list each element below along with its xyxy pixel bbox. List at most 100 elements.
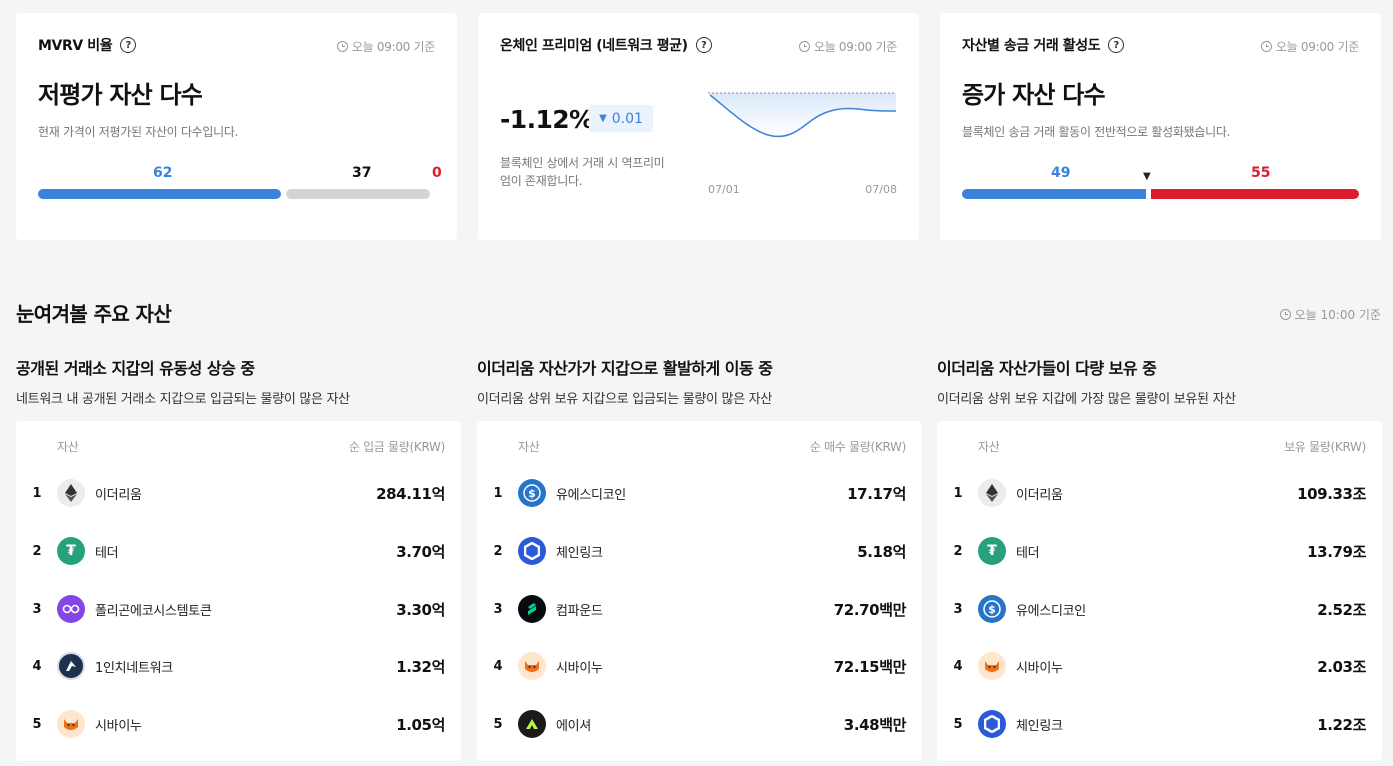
mvrv-overvalued-count: 0 [432,165,442,181]
row-asset-name: 폴리곤에코시스템토큰 [95,603,212,619]
row-asset-name: 테더 [1016,545,1040,561]
row-rank: 3 [32,601,42,617]
mvrv-neutral-count: 37 [352,165,372,181]
activity-time-label: 오늘 09:00 기준 [1275,40,1359,54]
mvrv-card[interactable]: MVRV 비율 ? 오늘 09:00 기준 저평가 자산 다수 현재 가격이 저… [16,13,457,240]
row-asset-name: 유에스디코인 [556,487,626,503]
table-row[interactable]: 3 폴리곤에코시스템토큰 3.30억 [16,580,461,638]
eth-whale-holdings-table: 자산 보유 물량(KRW) 1 이더리움 109.33조 2 ₮ 테더 13.7… [937,421,1382,761]
row-amount: 17.17억 [847,484,906,503]
mvrv-title-label: MVRV 비율 [38,38,113,54]
shiba-inu-icon [518,652,546,680]
transfer-activity-card[interactable]: 자산별 송금 거래 활성도 ? 오늘 09:00 기준 증가 자산 다수 블록체… [940,13,1381,240]
mvrv-undervalued-bar [38,189,281,199]
table-row[interactable]: 5 에이셔 3.48백만 [477,695,922,753]
row-amount: 1.22조 [1317,715,1366,734]
activity-card-title: 자산별 송금 거래 활성도 ? [962,35,1125,55]
polygon-icon [57,595,85,623]
svg-text:$: $ [528,487,536,500]
premium-x-start: 07/01 [708,183,740,196]
activity-timestamp: 오늘 09:00 기준 [1260,38,1359,55]
row-rank: 1 [493,485,503,501]
section-timestamp: 오늘 10:00 기준 [1279,306,1381,323]
clock-icon [1260,41,1272,52]
table-header-value: 순 입금 물량(KRW) [348,440,445,454]
row-amount: 5.18억 [857,542,906,561]
activity-pointer-icon: ▼ [1143,171,1151,182]
premium-sparkline [708,92,896,138]
table-row[interactable]: 2 ₮ 테더 13.79조 [937,522,1382,580]
mvrv-timestamp: 오늘 09:00 기준 [336,38,435,55]
row-amount: 2.52조 [1317,600,1366,619]
mvrv-neutral-bar [286,189,430,199]
chainlink-icon [978,710,1006,738]
row-rank: 2 [32,543,42,559]
table-row[interactable]: 4 시바이누 72.15백만 [477,637,922,695]
eth-whale-movement-table: 자산 순 매수 물량(KRW) 1 $ 유에스디코인 17.17억 2 체인링크… [477,421,922,761]
clock-icon [1279,309,1291,320]
row-asset-name: 1인치네트워크 [95,660,173,676]
help-icon[interactable]: ? [695,37,712,53]
row-asset-name: 이더리움 [95,487,142,503]
row-asset-name: 시바이누 [1016,660,1063,676]
row-amount: 1.32억 [396,657,445,676]
table-row[interactable]: 3 $ 유에스디코인 2.52조 [937,580,1382,638]
premium-card-title: 온체인 프리미엄 (네트워크 평균) ? [500,35,712,55]
row-rank: 5 [32,716,42,732]
onchain-premium-card[interactable]: 온체인 프리미엄 (네트워크 평균) ? 오늘 09:00 기준 -1.12% … [478,13,919,240]
activity-decrease-bar [962,189,1146,199]
row-asset-name: 에이셔 [556,718,591,734]
usdc-icon: $ [518,479,546,507]
table-row[interactable]: 2 체인링크 5.18억 [477,522,922,580]
row-rank: 4 [493,658,503,674]
table-row[interactable]: 3 컴파운드 72.70백만 [477,580,922,638]
help-icon[interactable]: ? [120,37,137,53]
row-amount: 3.30억 [396,600,445,619]
premium-change-value: 0.01 [611,110,643,127]
aethir-icon [518,710,546,738]
premium-timestamp: 오늘 09:00 기준 [798,38,897,55]
down-arrow-icon: ▼ [599,113,607,124]
row-rank: 4 [32,658,42,674]
exchange-inflow-table: 자산 순 입금 물량(KRW) 1 이더리움 284.11억 2 ₮ 테더 3.… [16,421,461,761]
table-row[interactable]: 1 $ 유에스디코인 17.17억 [477,464,922,522]
table-row[interactable]: 2 ₮ 테더 3.70억 [16,522,461,580]
row-asset-name: 시바이누 [95,718,142,734]
table-row[interactable]: 5 시바이누 1.05억 [16,695,461,753]
activity-headline: 증가 자산 다수 [962,81,1106,109]
activity-increase-count: 55 [1251,165,1271,181]
row-asset-name: 이더리움 [1016,487,1063,503]
svg-text:$: $ [988,603,996,616]
column-title-exchange: 공개된 거래소 지갑의 유동성 상승 중 [16,359,255,378]
row-rank: 3 [953,601,963,617]
row-rank: 2 [953,543,963,559]
row-amount: 3.70억 [396,542,445,561]
ethereum-icon [978,479,1006,507]
table-row[interactable]: 5 체인링크 1.22조 [937,695,1382,753]
column-desc-exchange: 네트워크 내 공개된 거래소 지갑으로 입금되는 물량이 많은 자산 [16,392,350,407]
table-row[interactable]: 1 이더리움 109.33조 [937,464,1382,522]
mvrv-headline: 저평가 자산 다수 [38,81,203,109]
table-row[interactable]: 4 시바이누 2.03조 [937,637,1382,695]
mvrv-time-label: 오늘 09:00 기준 [351,40,435,54]
mvrv-card-title: MVRV 비율 ? [38,35,137,55]
row-rank: 1 [32,485,42,501]
usdc-icon: $ [978,595,1006,623]
1inch-icon [57,652,85,680]
row-asset-name: 체인링크 [1016,718,1063,734]
row-amount: 109.33조 [1297,484,1366,503]
row-amount: 72.70백만 [833,600,907,619]
table-row[interactable]: 4 1인치네트워크 1.32억 [16,637,461,695]
table-row[interactable]: 1 이더리움 284.11억 [16,464,461,522]
column-desc-eth-movement: 이더리움 상위 보유 지갑으로 입금되는 물량이 많은 자산 [477,392,773,407]
row-asset-name: 시바이누 [556,660,603,676]
row-rank: 3 [493,601,503,617]
premium-time-label: 오늘 09:00 기준 [813,40,897,54]
row-rank: 2 [493,543,503,559]
help-icon[interactable]: ? [1108,37,1125,53]
column-title-eth-movement: 이더리움 자산가가 지갑으로 활발하게 이동 중 [477,359,773,378]
row-amount: 284.11억 [376,484,445,503]
row-amount: 3.48백만 [843,715,907,734]
compound-icon [518,595,546,623]
ethereum-icon [57,479,85,507]
